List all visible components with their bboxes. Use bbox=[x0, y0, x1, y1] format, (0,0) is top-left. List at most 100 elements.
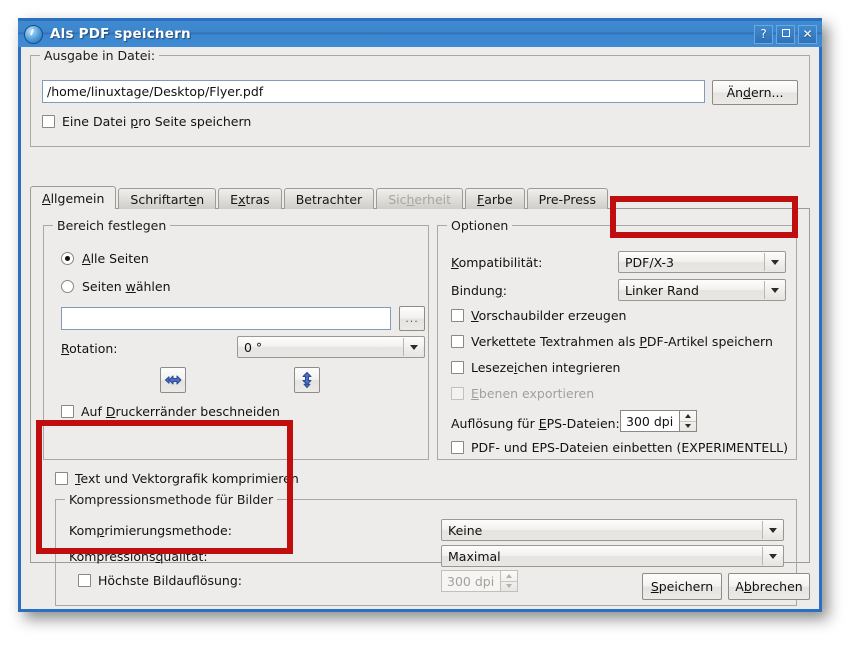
max-resolution-stepper bbox=[501, 570, 518, 592]
maximize-icon bbox=[781, 29, 790, 37]
linked-frames-checkbox[interactable] bbox=[451, 335, 464, 348]
thumbnails-row[interactable]: Vorschaubilder erzeugen bbox=[451, 308, 626, 323]
tab-betrachter[interactable]: Betrachter bbox=[283, 188, 375, 209]
caret-up-icon bbox=[506, 573, 512, 578]
max-resolution-checkbox[interactable] bbox=[78, 574, 91, 587]
compress-text-vector-row[interactable]: Text und Vektorgrafik komprimieren bbox=[55, 471, 299, 486]
output-path-input[interactable] bbox=[42, 80, 705, 103]
select-pages-label: Seiten wählen bbox=[82, 279, 171, 294]
binding-caret[interactable] bbox=[764, 281, 784, 299]
all-pages-label: Alle Seiten bbox=[82, 251, 149, 266]
max-resolution-decrement bbox=[501, 580, 517, 592]
compatibility-caret[interactable] bbox=[764, 253, 784, 271]
image-compression-legend: Kompressionsmethode für Bilder bbox=[65, 492, 278, 507]
output-file-group: Ausgabe in Datei: Ändern... Eine Datei p… bbox=[30, 48, 810, 147]
help-button[interactable]: ? bbox=[754, 24, 773, 44]
dialog-footer: Speichern Ab brechen bbox=[642, 573, 810, 600]
max-resolution-value: 300 dpi bbox=[441, 570, 501, 592]
compression-method-value: Keine bbox=[448, 522, 483, 538]
compatibility-combo[interactable]: PDF/X-3 bbox=[618, 251, 786, 273]
range-group: Bereich festlegen Alle Seiten Seiten wäh… bbox=[43, 218, 429, 460]
rotation-caret[interactable] bbox=[403, 338, 423, 356]
compression-method-combo[interactable]: Keine bbox=[441, 519, 784, 541]
thumbnails-label: Vorschaubilder erzeugen bbox=[471, 308, 627, 323]
binding-combo[interactable]: Linker Rand bbox=[618, 279, 786, 301]
bookmarks-checkbox[interactable] bbox=[451, 361, 464, 374]
screenshot-root: Als PDF speichern ? ✕ Ausgabe in Datei: … bbox=[0, 0, 857, 648]
close-button[interactable]: ✕ bbox=[798, 24, 817, 44]
tab-allgemein[interactable]: Allgemein bbox=[30, 186, 117, 209]
window-controls: ? ✕ bbox=[754, 24, 820, 44]
caret-up-icon bbox=[685, 413, 691, 418]
eps-resolution-stepper[interactable] bbox=[680, 410, 697, 432]
maximize-button[interactable] bbox=[776, 24, 795, 44]
crop-margins-checkbox[interactable] bbox=[61, 405, 74, 418]
max-resolution-label: Höchste Bildauflösung: bbox=[98, 573, 242, 588]
tab-sicherheit: Sic h erheit bbox=[376, 188, 464, 209]
tab-pre-press[interactable]: Pre-Press bbox=[526, 188, 608, 209]
flip-horizontal-button[interactable] bbox=[160, 367, 186, 393]
eps-resolution-increment[interactable] bbox=[680, 411, 696, 421]
max-resolution-increment bbox=[501, 571, 517, 581]
save-as-pdf-dialog: Als PDF speichern ? ✕ Ausgabe in Datei: … bbox=[18, 18, 822, 612]
rotation-combo[interactable]: 0 ° bbox=[237, 336, 425, 358]
tab-strip: Allgemein Schriftart e n Ex tras Betrachter… bbox=[30, 186, 810, 209]
pages-input[interactable] bbox=[61, 307, 391, 330]
embed-pdf-eps-checkbox[interactable] bbox=[451, 441, 464, 454]
linked-frames-label: Verkettete Textrahmen als PDF-Artikel sp… bbox=[471, 334, 773, 349]
compression-method-caret[interactable] bbox=[762, 521, 782, 539]
embed-pdf-eps-row[interactable]: PDF- und EPS-Dateien einbetten (EXPERIME… bbox=[451, 440, 788, 455]
eps-resolution-spinner[interactable]: 300 dpi bbox=[620, 410, 697, 432]
compression-method-label: Komprimierungsmethode: bbox=[69, 523, 232, 538]
save-button[interactable]: Speichern bbox=[642, 573, 722, 600]
range-group-legend: Bereich festlegen bbox=[53, 218, 171, 233]
one-file-per-page-label: Eine Datei pro Seite speichern bbox=[62, 114, 252, 129]
layers-checkbox bbox=[451, 387, 464, 400]
flip-vertical-button[interactable] bbox=[294, 367, 320, 393]
rotation-label: Rotation: bbox=[61, 341, 118, 356]
one-file-per-page-checkbox[interactable] bbox=[42, 115, 55, 128]
chevron-down-icon bbox=[770, 259, 779, 265]
eps-resolution-decrement[interactable] bbox=[680, 420, 696, 432]
window-title: Als PDF speichern bbox=[50, 26, 191, 42]
eps-resolution-label: Auflösung für EPS-Dateien: bbox=[451, 416, 620, 431]
flip-vertical-icon bbox=[302, 372, 312, 388]
linked-frames-row[interactable]: Verkettete Textrahmen als PDF-Artikel sp… bbox=[451, 334, 773, 349]
compress-text-vector-label: Text und Vektorgrafik komprimieren bbox=[75, 471, 299, 486]
all-pages-radio[interactable] bbox=[61, 252, 74, 265]
bookmarks-row[interactable]: Lesezeichen integrieren bbox=[451, 360, 620, 375]
tab-extras[interactable]: Ex tras bbox=[218, 188, 282, 209]
compress-text-vector-checkbox[interactable] bbox=[55, 472, 68, 485]
all-pages-row[interactable]: Alle Seiten bbox=[61, 251, 149, 266]
compression-quality-label: Kompressionsqualität: bbox=[69, 549, 208, 564]
title-bar: Als PDF speichern ? ✕ bbox=[18, 18, 822, 48]
layers-row: Ebenen exportieren bbox=[451, 386, 594, 401]
max-resolution-row[interactable]: Höchste Bildauflösung: bbox=[78, 573, 242, 588]
chevron-down-icon bbox=[770, 287, 779, 293]
chevron-down-icon bbox=[409, 344, 418, 350]
compression-quality-caret[interactable] bbox=[762, 547, 782, 565]
options-group-legend: Optionen bbox=[447, 218, 513, 233]
embed-pdf-eps-label: PDF- und EPS-Dateien einbetten (EXPERIME… bbox=[471, 440, 789, 455]
max-resolution-spinner: 300 dpi bbox=[441, 570, 518, 592]
crop-margins-row[interactable]: Auf Druckerränder beschneiden bbox=[61, 404, 280, 419]
binding-label: Bindung: bbox=[451, 283, 507, 298]
select-pages-row[interactable]: Seiten wählen bbox=[61, 279, 171, 294]
compression-quality-value: Maximal bbox=[448, 548, 501, 564]
select-pages-radio[interactable] bbox=[61, 280, 74, 293]
one-file-per-page-row[interactable]: Eine Datei pro Seite speichern bbox=[42, 114, 251, 129]
thumbnails-checkbox[interactable] bbox=[451, 309, 464, 322]
browse-pages-button[interactable]: ... bbox=[399, 306, 425, 331]
dialog-client-area: Ausgabe in Datei: Ändern... Eine Datei p… bbox=[21, 47, 819, 609]
chevron-down-icon bbox=[768, 553, 777, 559]
change-path-button[interactable]: Än d ern... bbox=[712, 80, 798, 105]
layers-label: Ebenen exportieren bbox=[471, 386, 595, 401]
caret-down-icon bbox=[506, 584, 512, 589]
compression-quality-combo[interactable]: Maximal bbox=[441, 545, 784, 567]
flip-horizontal-icon bbox=[165, 375, 182, 385]
tab-page-allgemein: Bereich festlegen Alle Seiten Seiten wäh… bbox=[30, 208, 810, 606]
tab-farbe[interactable]: Farbe bbox=[465, 188, 525, 209]
cancel-button[interactable]: Ab brechen bbox=[728, 573, 810, 600]
tab-schriftarten[interactable]: Schriftart e n bbox=[118, 188, 217, 209]
binding-value: Linker Rand bbox=[625, 282, 699, 298]
